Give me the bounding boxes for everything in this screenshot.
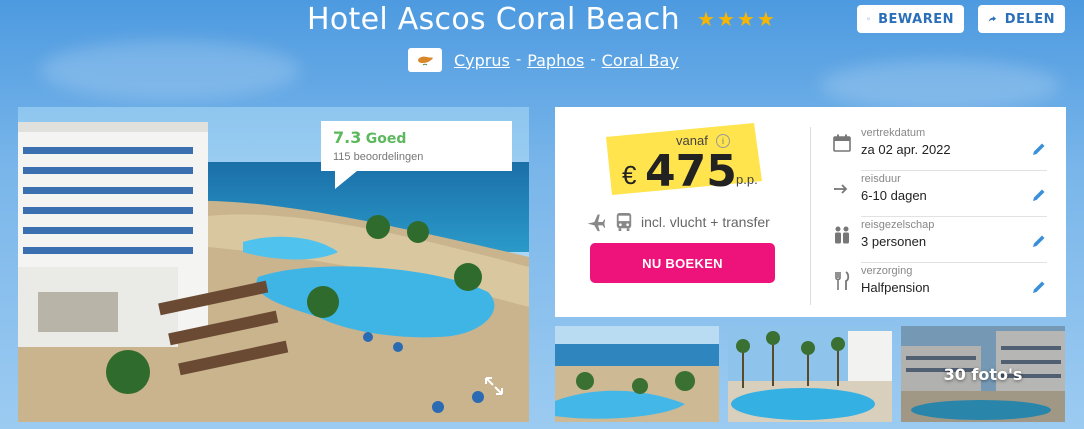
rating-score: 7.3 — [333, 128, 362, 147]
share-arrow-icon — [988, 16, 997, 22]
location-separator: - — [590, 51, 596, 68]
duration-icon — [834, 184, 848, 194]
people-icon — [835, 226, 849, 244]
row-divider — [861, 170, 1047, 171]
save-button[interactable]: BEWAREN — [857, 5, 964, 33]
pencil-icon[interactable] — [1031, 141, 1047, 157]
star-icon: ★ — [716, 9, 735, 31]
row-divider — [861, 262, 1047, 263]
detail-value: za 02 apr. 2022 — [861, 142, 951, 157]
detail-value: 3 personen — [861, 234, 927, 249]
cloud-decoration — [820, 60, 1060, 110]
location-link-area[interactable]: Coral Bay — [602, 51, 679, 70]
star-icon: ★ — [697, 9, 715, 31]
row-divider — [861, 216, 1047, 217]
rating-label: Goed — [365, 131, 407, 147]
detail-label: reisduur — [861, 173, 901, 185]
detail-value: Halfpension — [861, 280, 930, 295]
gallery-thumbnail[interactable] — [728, 326, 892, 422]
includes-row: incl. vlucht + transfer — [585, 212, 770, 232]
includes-text: incl. vlucht + transfer — [641, 214, 770, 230]
gallery-thumbnail[interactable] — [555, 326, 719, 422]
expand-photo-icon[interactable] — [480, 372, 508, 400]
price-amount: 475 — [645, 146, 737, 197]
cutlery-icon — [835, 271, 850, 290]
photo-count-overlay[interactable]: 30 foto's — [901, 326, 1065, 422]
location-link-region[interactable]: Paphos — [527, 51, 584, 70]
detail-value: 6-10 dagen — [861, 188, 927, 203]
star-rating: ★ ★ ★ ★ — [697, 10, 775, 30]
cloud-decoration — [40, 40, 300, 100]
pencil-icon[interactable] — [1031, 279, 1047, 295]
detail-duration[interactable]: reisduur 6-10 dagen — [832, 173, 1047, 217]
detail-label: verzorging — [861, 265, 913, 277]
detail-label: reisgezelschap — [861, 219, 935, 231]
panel-divider — [810, 127, 811, 305]
bus-icon — [616, 213, 632, 231]
per-person-label: p.p. — [736, 172, 758, 187]
detail-travel-party[interactable]: reisgezelschap 3 personen — [832, 219, 1047, 263]
location-separator: - — [515, 51, 522, 68]
detail-departure-date[interactable]: vertrekdatum za 02 apr. 2022 — [832, 127, 1047, 171]
star-icon: ★ — [736, 9, 755, 31]
plane-icon — [587, 214, 606, 232]
calendar-icon — [833, 134, 851, 152]
save-label: BEWAREN — [878, 11, 954, 27]
rating-card[interactable]: 7.3 Goed 115 beoordelingen — [321, 121, 512, 189]
location-breadcrumb: Cyprus - Paphos - Coral Bay — [408, 48, 679, 72]
location-link-country[interactable]: Cyprus — [454, 51, 510, 70]
share-button[interactable]: DELEN — [978, 5, 1065, 33]
detail-board[interactable]: verzorging Halfpension — [832, 265, 1047, 309]
detail-label: vertrekdatum — [861, 127, 926, 139]
share-label: DELEN — [1004, 11, 1055, 27]
hotel-title: Hotel Ascos Coral Beach — [307, 2, 680, 37]
star-icon: ★ — [756, 9, 775, 31]
heart-icon — [867, 17, 870, 21]
book-now-button[interactable]: NU BOEKEN — [590, 243, 775, 283]
review-count: 115 beoordelingen — [333, 151, 424, 163]
cyprus-flag-icon — [408, 48, 442, 72]
currency-symbol: € — [622, 160, 637, 190]
pencil-icon[interactable] — [1031, 233, 1047, 249]
pencil-icon[interactable] — [1031, 187, 1047, 203]
